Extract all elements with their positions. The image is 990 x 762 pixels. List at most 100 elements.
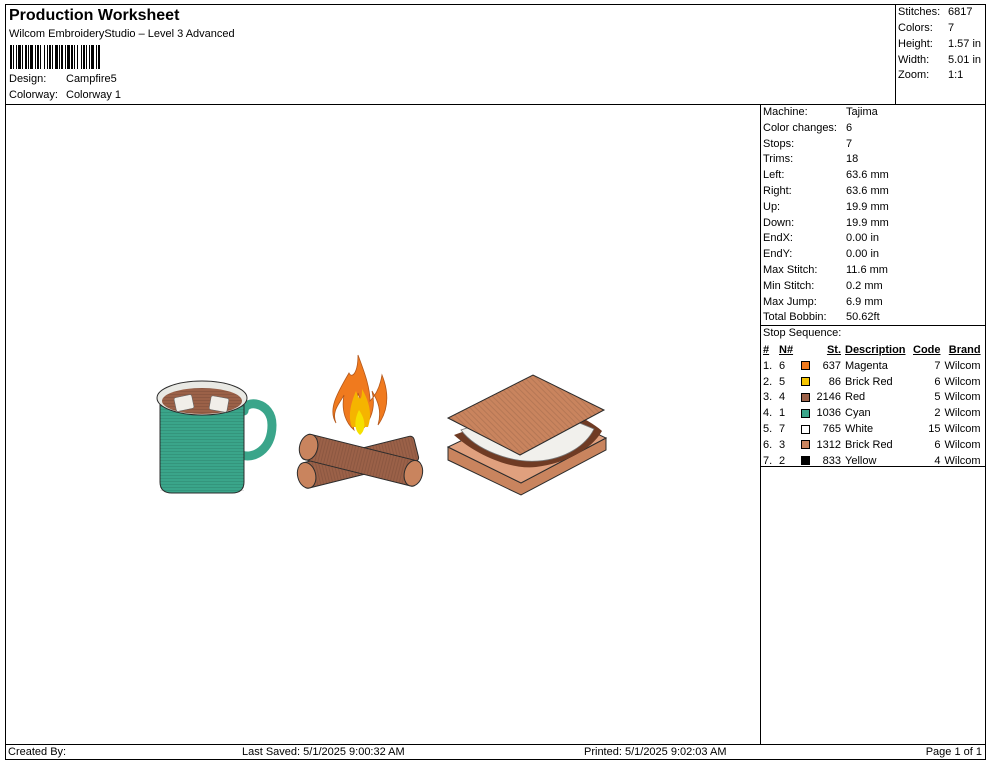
color-swatch — [799, 405, 813, 421]
stop-num: 6. — [763, 438, 773, 451]
last-saved: Last Saved: 5/1/2025 9:00:32 AM — [242, 746, 405, 758]
zoom-value: 1:1 — [948, 69, 964, 81]
stitch-count: 1036 — [816, 407, 841, 420]
machine-info-label: Right: — [763, 185, 792, 197]
stitch-count: 637 — [822, 359, 841, 372]
machine-info-value: 19.9 mm — [846, 200, 889, 213]
color-description: Brick Red — [845, 438, 893, 451]
machine-info-value: 50.62ft — [846, 311, 880, 324]
created-by: Created By: — [8, 746, 67, 758]
stop-num: 5. — [763, 423, 773, 436]
color-swatch — [799, 390, 813, 406]
stop-row: 5. 7 765 White 15 Wilcom — [761, 421, 983, 437]
stitches-label: Stitches: — [898, 6, 941, 18]
width-label: Width: — [898, 54, 930, 66]
width-value: 5.01 in — [948, 54, 982, 66]
stop-num: 2. — [763, 375, 773, 388]
color-code: 5 — [934, 391, 941, 404]
needle-number: 1 — [779, 407, 786, 420]
needle-number: 7 — [779, 423, 786, 436]
machine-info-value: 63.6 mm — [846, 169, 889, 182]
machine-info-label: Stops: — [763, 137, 795, 150]
stop-row: 1. 6 637 Magenta 7 Wilcom — [761, 358, 983, 374]
stop-row: 6. 3 1312 Brick Red 6 Wilcom — [761, 437, 983, 453]
color-description: Magenta — [845, 359, 888, 372]
barcode-graphic — [10, 45, 100, 69]
color-description: Cyan — [845, 407, 871, 420]
needle-number: 3 — [779, 438, 786, 451]
machine-info-label: Left: — [763, 169, 785, 182]
color-description: White — [845, 423, 874, 436]
machine-info-value: 11.6 mm — [846, 264, 888, 276]
machine-info-label: Max Jump: — [763, 295, 817, 308]
needle-number: 4 — [779, 391, 786, 404]
color-brand: Wilcom — [944, 423, 981, 436]
colorway-value: Colorway 1 — [66, 89, 122, 101]
machine-info-label: Up: — [763, 200, 781, 213]
stitch-count: 765 — [822, 423, 841, 436]
color-brand: Wilcom — [944, 375, 981, 388]
stop-sequence-title: Stop Sequence: — [763, 327, 842, 339]
color-description: Brick Red — [845, 375, 893, 388]
stop-sequence-table: # N# St. Description Code Brand 1. 6 637 Ma… — [761, 342, 983, 469]
color-brand: Wilcom — [944, 438, 981, 451]
thread-color-swatch — [801, 361, 810, 371]
machine-info-value: 0.00 in — [846, 248, 880, 261]
height-label: Height: — [898, 38, 933, 50]
summary-panel: Stitches: 6817 Colors: 7 Height: 1.57 in… — [895, 4, 986, 105]
colorway-label: Colorway: — [9, 89, 58, 101]
color-code: 2 — [934, 407, 941, 420]
col-color-header — [799, 342, 813, 358]
thread-color-swatch — [801, 440, 810, 450]
page-title: Production Worksheet — [9, 7, 180, 24]
machine-info-label: Down: — [763, 216, 795, 229]
height-value: 1.57 in — [948, 38, 982, 50]
color-description: Red — [845, 391, 866, 404]
col-code-header: Code — [913, 344, 941, 356]
col-n-header: N# — [779, 344, 794, 356]
machine-info-value: 63.6 mm — [846, 185, 889, 197]
design-preview — [5, 104, 761, 745]
smore-icon — [446, 374, 608, 496]
thread-color-swatch — [801, 393, 810, 403]
needle-number: 6 — [779, 359, 786, 372]
color-brand: Wilcom — [944, 359, 981, 372]
color-brand: Wilcom — [944, 407, 981, 420]
col-brand-header: Brand — [948, 344, 981, 356]
col-st-header: St. — [826, 344, 841, 356]
machine-info-value: 19.9 mm — [846, 216, 889, 229]
color-code: 6 — [934, 438, 941, 451]
machine-info-panel: Machine: Tajima Color changes: 6 Stops: 7 Trim… — [760, 104, 986, 326]
machine-info-value: 6 — [846, 121, 853, 134]
color-swatch — [799, 358, 813, 374]
printed-date: Printed: 5/1/2025 9:02:03 AM — [584, 746, 727, 758]
design-value: Campfire5 — [66, 73, 117, 85]
footer-bar: Created By: Last Saved: 5/1/2025 9:00:32… — [5, 744, 986, 760]
stitch-count: 86 — [828, 375, 841, 388]
stop-row: 2. 5 86 Brick Red 6 Wilcom — [761, 374, 983, 390]
stop-row: 4. 1 1036 Cyan 2 Wilcom — [761, 405, 983, 421]
color-code: 7 — [934, 359, 941, 372]
stop-num: 3. — [763, 391, 773, 404]
machine-info-label: Total Bobbin: — [763, 311, 827, 324]
stitch-count: 2146 — [816, 391, 841, 404]
color-code: 15 — [928, 423, 941, 436]
embroidery-design — [156, 354, 608, 496]
notes-panel — [760, 466, 986, 745]
colors-label: Colors: — [898, 22, 933, 34]
color-brand: Wilcom — [944, 391, 981, 404]
machine-info-value: 18 — [846, 153, 859, 166]
stop-row: 3. 4 2146 Red 5 Wilcom — [761, 390, 983, 406]
barcode — [10, 45, 150, 69]
machine-info-value: Tajima — [846, 106, 878, 118]
thread-color-swatch — [801, 408, 810, 418]
machine-info-label: Min Stitch: — [763, 279, 815, 292]
software-name: Wilcom EmbroideryStudio – Level 3 Advanc… — [9, 28, 235, 40]
page-number: Page 1 of 1 — [925, 746, 982, 758]
stop-num: 1. — [763, 359, 773, 372]
header-panel: Production Worksheet Wilcom EmbroiderySt… — [5, 4, 896, 105]
stitch-count: 1312 — [816, 438, 841, 451]
machine-info-label: EndX: — [763, 232, 793, 245]
machine-info-label: Trims: — [763, 153, 794, 166]
machine-info-value: 6.9 mm — [846, 295, 883, 308]
